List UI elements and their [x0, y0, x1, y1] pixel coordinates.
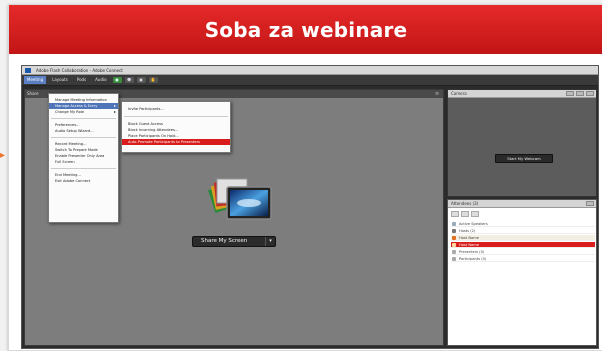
- menu-separator: [124, 116, 228, 117]
- pod-controls: [566, 91, 594, 96]
- banner-title: Soba za webinare: [9, 5, 602, 54]
- pod-pause-icon[interactable]: [566, 91, 574, 96]
- arrow-marker-icon: ▸: [0, 150, 6, 161]
- attendees-toolbar: [451, 211, 595, 218]
- attendee-row-label: Active Speakers: [459, 222, 488, 226]
- menu-separator: [51, 118, 116, 119]
- attendee-row[interactable]: Host Name: [451, 235, 595, 241]
- chevron-right-icon: ▸: [113, 109, 116, 114]
- app-logo-icon: [25, 68, 31, 73]
- user-icon: [452, 236, 456, 240]
- menu-audio[interactable]: Audio: [92, 76, 109, 84]
- camera-pod: Camera Start My Webcam: [447, 89, 597, 197]
- submenu-item-auto-promote[interactable]: Auto-Promote Participants to Presenters: [122, 139, 230, 145]
- attendee-group-participants[interactable]: Participants (0): [451, 256, 595, 262]
- list-view-icon[interactable]: [451, 211, 459, 217]
- menu-item-full-screen[interactable]: Full Screen: [49, 159, 118, 165]
- share-pod-title: Share: [27, 91, 39, 96]
- attendees-pod-title: Attendees (3): [451, 201, 479, 206]
- submenu-item-invite[interactable]: Invite Participants...: [122, 106, 230, 112]
- pod-options-icon[interactable]: [586, 201, 594, 206]
- attendee-row-active-speakers[interactable]: Active Speakers: [451, 221, 595, 227]
- share-my-screen-button[interactable]: Share My Screen ▾: [192, 236, 276, 247]
- menu-item-audio-wizard[interactable]: Audio Setup Wizard...: [49, 128, 118, 134]
- chevron-right-icon: [452, 257, 456, 261]
- menu-layouts[interactable]: Layouts: [49, 76, 71, 84]
- feature-card: Soba za webinare Adobe Flash Collaborati…: [8, 4, 602, 351]
- pod-options-icon[interactable]: ≡: [435, 91, 441, 97]
- window-titlebar: Adobe Flash Collaboration - Adobe Connec…: [22, 66, 598, 75]
- speaker-icon: [452, 222, 456, 226]
- share-button-label: Share My Screen: [201, 238, 248, 244]
- menu-item-label: Manage Access & Entry: [55, 104, 98, 108]
- attendee-row-label: Host Name: [459, 243, 479, 247]
- attendees-pod-header: Attendees (3): [448, 200, 596, 208]
- status-icon[interactable]: [461, 211, 469, 217]
- menu-pods[interactable]: Pods: [74, 76, 89, 84]
- attendee-group-presenters[interactable]: Presenters (0): [451, 249, 595, 255]
- options-icon[interactable]: [471, 211, 479, 217]
- screenshot-stage: ▸ Soba za webinare Adobe Flash Collabora…: [0, 0, 602, 351]
- attendee-row-label: Presenters (0): [459, 250, 485, 254]
- dropdown-arrow-icon[interactable]: ▾: [265, 237, 275, 246]
- person-icon[interactable]: ☻: [124, 77, 134, 83]
- chevron-right-icon: [452, 250, 456, 254]
- menu-item-change-role[interactable]: Change My Role ▸: [49, 109, 118, 115]
- adobe-connect-window: Adobe Flash Collaboration - Adobe Connec…: [21, 65, 599, 349]
- user-icon: [452, 243, 456, 247]
- window-title: Adobe Flash Collaboration - Adobe Connec…: [36, 68, 123, 73]
- attendee-row-label: Hosts (2): [459, 229, 476, 233]
- attendees-pod: Attendees (3) Active Speakers Hosts (2) …: [447, 199, 597, 346]
- access-submenu: Invite Participants... Block Guest Acces…: [121, 101, 231, 153]
- menu-meeting[interactable]: Meeting: [24, 76, 47, 84]
- camera-pod-header: Camera: [448, 90, 596, 98]
- camera-pod-title: Camera: [451, 91, 467, 96]
- pod-options-icon[interactable]: [576, 91, 584, 96]
- menu-item-exit[interactable]: Exit Adobe Connect: [49, 178, 118, 184]
- chevron-down-icon: [452, 229, 456, 233]
- attendee-row-label: Host Name: [459, 236, 479, 240]
- video-icon[interactable]: ▣: [136, 77, 146, 83]
- menu-item-label: Change My Role: [55, 110, 85, 114]
- menu-separator: [51, 137, 116, 138]
- meeting-menu: Manage Meeting Information Manage Access…: [48, 93, 119, 223]
- share-screen-icon: [208, 178, 272, 220]
- pod-controls: [586, 201, 594, 206]
- menu-separator: [51, 168, 116, 169]
- attendee-row-selected[interactable]: Host Name: [451, 242, 595, 248]
- hand-icon[interactable]: ✋: [148, 77, 158, 83]
- status-icon[interactable]: ●: [112, 77, 122, 83]
- menubar: Meeting Layouts Pods Audio ● ☻ ▣ ✋: [22, 75, 598, 86]
- pod-maximize-icon[interactable]: [586, 91, 594, 96]
- attendee-row-label: Participants (0): [459, 257, 487, 261]
- start-webcam-button[interactable]: Start My Webcam: [495, 154, 553, 163]
- attendee-group-hosts[interactable]: Hosts (2): [451, 228, 595, 234]
